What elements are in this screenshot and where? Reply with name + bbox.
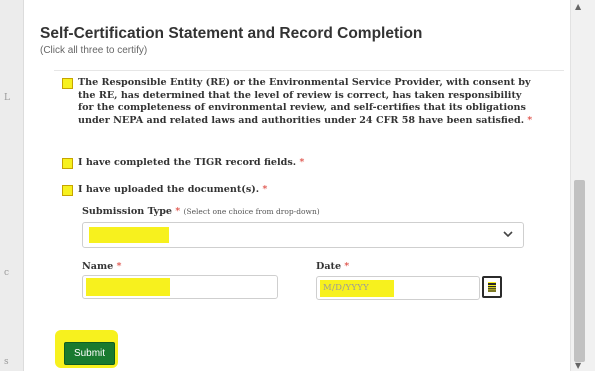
divider [54,70,564,71]
required-marker: * [175,206,181,217]
certification-checkbox-2[interactable] [62,158,73,169]
date-placeholder: M/D/YYYY [323,283,370,293]
submission-type-label: Submission Type * (Select one choice fro… [82,206,320,217]
certification-statement-3-text: I have uploaded the document(s). [78,184,260,195]
certification-statement-2[interactable]: I have completed the TIGR record fields.… [78,157,304,170]
highlight-marker [86,278,170,296]
modal-scrollbar[interactable]: ▲ ▼ [570,0,595,371]
required-marker: * [299,157,305,168]
name-input[interactable] [82,275,278,299]
date-input[interactable]: M/D/YYYY [316,276,480,300]
required-marker: * [116,261,122,272]
certification-checkbox-1[interactable] [62,78,73,89]
certification-statement-3[interactable]: I have uploaded the document(s). * [78,184,267,197]
chevron-down-icon [503,228,513,241]
submit-button[interactable]: Submit [64,342,115,365]
required-marker: * [262,184,268,195]
date-picker-button[interactable] [482,276,502,298]
scrollbar-thumb[interactable] [574,180,585,362]
certification-statement-1[interactable]: The Responsible Entity (RE) or the Envir… [78,77,536,127]
calendar-icon [488,282,496,292]
required-marker: * [527,114,533,126]
highlight-marker [89,227,169,243]
scroll-up-arrow-icon[interactable]: ▲ [575,2,581,11]
modal-title: Self-Certification Statement and Record … [40,25,423,42]
certification-statement-2-text: I have completed the TIGR record fields. [78,157,297,168]
name-label: Name * [82,261,122,272]
modal-subtitle: (Click all three to certify) [40,45,148,56]
scroll-down-arrow-icon[interactable]: ▼ [575,361,581,370]
submission-type-select[interactable] [82,222,524,248]
background-page-edge: L c s [0,0,24,371]
submission-type-hint: (Select one choice from drop-down) [183,207,320,216]
required-marker: * [344,261,350,272]
certification-statement-1-text: The Responsible Entity (RE) or the Envir… [78,77,531,126]
certification-checkbox-3[interactable] [62,185,73,196]
date-label: Date * [316,261,350,272]
